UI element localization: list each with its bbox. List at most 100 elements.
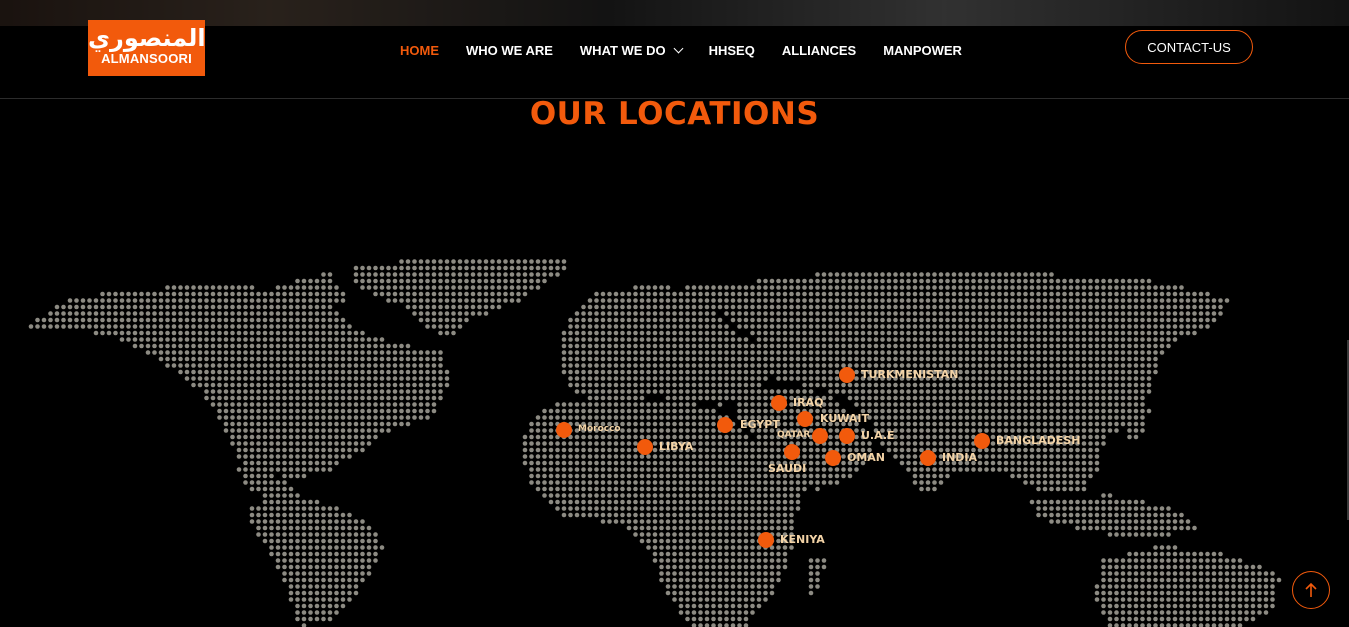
- land-dot: [633, 285, 638, 290]
- land-dot: [620, 304, 625, 310]
- land-dot: [756, 506, 762, 511]
- land-dot: [763, 441, 768, 446]
- land-dot: [1049, 454, 1054, 459]
- land-dot: [1107, 571, 1113, 576]
- land-dot: [1218, 304, 1223, 310]
- land-dot: [698, 480, 703, 485]
- land-dot: [795, 499, 801, 505]
- land-dot: [594, 402, 599, 407]
- nav-what-we-do[interactable]: WHAT WE DO: [580, 40, 684, 60]
- land-dot: [353, 278, 359, 284]
- section-title: OUR LOCATIONS: [529, 96, 820, 132]
- nav-alliances[interactable]: ALLIANCES: [782, 40, 856, 60]
- land-dot: [997, 460, 1002, 466]
- land-dot: [1172, 564, 1178, 570]
- land-dot: [659, 538, 664, 544]
- land-dot: [899, 291, 905, 297]
- land-dot: [412, 285, 417, 290]
- land-dot: [1107, 532, 1113, 537]
- land-dot: [1120, 512, 1126, 518]
- land-dot: [730, 480, 736, 485]
- nav-home[interactable]: HOME: [400, 40, 439, 60]
- land-dot: [327, 538, 333, 544]
- land-dot: [288, 441, 294, 446]
- land-dot: [1036, 356, 1041, 362]
- land-dot: [711, 382, 716, 388]
- land-dot: [964, 467, 970, 472]
- land-dot: [405, 421, 411, 427]
- land-dot: [249, 512, 255, 518]
- land-dot: [464, 285, 469, 290]
- land-dot: [964, 434, 970, 440]
- land-dot: [139, 324, 144, 329]
- land-dot: [971, 311, 976, 316]
- land-dot: [750, 317, 755, 323]
- land-dot: [308, 447, 313, 453]
- nav-manpower[interactable]: MANPOWER: [883, 40, 962, 60]
- land-dot: [919, 343, 924, 349]
- land-dot: [880, 350, 885, 355]
- land-dot: [860, 350, 866, 355]
- land-dot: [334, 395, 339, 401]
- land-dot: [340, 369, 346, 375]
- land-dot: [704, 330, 710, 336]
- land-dot: [594, 298, 599, 303]
- land-dot: [314, 415, 320, 420]
- land-dot: [1016, 369, 1022, 375]
- land-dot: [711, 480, 716, 485]
- land-dot: [282, 571, 287, 576]
- contact-us-button[interactable]: CONTACT-US: [1125, 30, 1253, 64]
- land-dot: [295, 298, 300, 303]
- land-dot: [990, 382, 996, 388]
- land-dot: [360, 389, 365, 394]
- land-dot: [711, 467, 716, 472]
- land-dot: [808, 564, 814, 570]
- land-dot: [964, 317, 970, 323]
- logo[interactable]: المنصوري ALMANSOORI: [88, 20, 207, 76]
- land-dot: [418, 265, 424, 271]
- land-dot: [1094, 278, 1100, 284]
- land-dot: [717, 343, 723, 349]
- land-dot: [594, 369, 599, 375]
- nav-hhseq[interactable]: HHSEQ: [709, 40, 755, 60]
- land-dot: [828, 311, 833, 316]
- land-dot: [561, 493, 567, 498]
- land-dot: [574, 350, 580, 355]
- land-dot: [945, 382, 950, 388]
- land-dot: [958, 402, 963, 407]
- land-dot: [633, 415, 638, 420]
- land-dot: [464, 317, 469, 323]
- land-dot: [522, 447, 528, 453]
- land-dot: [80, 298, 86, 303]
- land-dot: [984, 317, 989, 323]
- land-dot: [379, 369, 385, 375]
- land-dot: [873, 330, 879, 336]
- land-dot: [1127, 278, 1132, 284]
- land-dot: [1140, 532, 1145, 537]
- land-dot: [301, 532, 307, 537]
- land-dot: [854, 317, 859, 323]
- land-dot: [1075, 382, 1080, 388]
- land-dot: [275, 512, 281, 518]
- land-dot: [854, 278, 859, 284]
- land-dot: [984, 337, 989, 342]
- land-dot: [1205, 564, 1210, 570]
- land-dot: [1211, 311, 1217, 316]
- land-dot: [321, 395, 326, 401]
- land-dot: [867, 285, 872, 290]
- land-dot: [704, 350, 710, 355]
- land-dot: [282, 350, 287, 355]
- land-dot: [776, 571, 781, 576]
- land-dot: [1042, 317, 1048, 323]
- land-dot: [438, 376, 443, 381]
- land-dot: [691, 467, 697, 472]
- nav-who-we-are[interactable]: WHO WE ARE: [466, 40, 553, 60]
- land-dot: [269, 363, 274, 368]
- land-dot: [249, 473, 255, 479]
- land-dot: [1146, 408, 1152, 414]
- land-dot: [899, 441, 905, 446]
- land-dot: [815, 304, 820, 310]
- land-dot: [691, 382, 697, 388]
- land-dot: [542, 265, 547, 271]
- land-dot: [633, 428, 638, 433]
